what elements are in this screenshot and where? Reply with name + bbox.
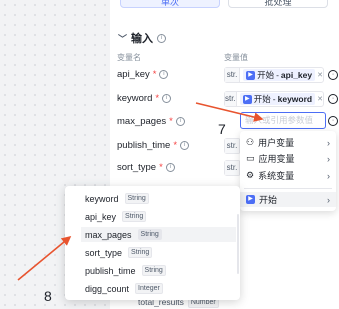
annotation-step-7: 7 (218, 121, 226, 137)
chevron-right-icon: › (327, 170, 330, 181)
variable-ref-icon[interactable]: · (328, 70, 338, 80)
info-icon[interactable]: i (162, 94, 172, 103)
start-variables-popup: keyword String api_key String max_pages … (65, 186, 240, 300)
folder-icon: ▭ (246, 153, 255, 163)
variable-source-menu: ⚇ 用户变量 › ▭ 应用变量 › ⚙ 系统变量 › ▶ 开始 › (240, 131, 336, 211)
variable-option-keyword[interactable]: keyword String (85, 191, 149, 206)
user-icon: ⚇ (246, 137, 255, 147)
chevron-right-icon: › (327, 137, 330, 148)
variable-option-digg-count[interactable]: digg_count Integer (85, 281, 163, 296)
type-selector[interactable]: str. (225, 161, 240, 175)
chevron-right-icon: › (327, 153, 330, 164)
variable-ref-tag[interactable]: ▶ 开始 - api_key (243, 69, 316, 81)
chevron-down-icon[interactable]: ﹀ (118, 32, 127, 45)
param-value-sort-type[interactable]: str. (224, 160, 241, 176)
start-node-icon: ▶ (246, 70, 256, 80)
param-value-max-pages-input[interactable]: 输入或引用参数值 (240, 112, 326, 129)
type-selector[interactable]: str. (225, 92, 237, 106)
menu-item-start[interactable]: ▶ 开始 › (240, 192, 336, 207)
param-label-sort-type: sort_type * i (117, 162, 175, 173)
menu-item-system-variables[interactable]: ⚙ 系统变量 › (240, 168, 336, 183)
variable-ref-icon[interactable]: · (328, 94, 338, 104)
info-icon[interactable]: i (175, 117, 185, 126)
type-selector[interactable]: str. (225, 139, 240, 153)
input-section-header[interactable]: ﹀ 输入 i (118, 30, 167, 46)
param-label-api-key: api_key * i (117, 69, 169, 80)
variable-option-publish-time[interactable]: publish_time String (85, 263, 166, 278)
popup-scrollbar[interactable] (237, 214, 239, 274)
gear-icon: ⚙ (246, 170, 255, 180)
param-label-publish-time: publish_time * i (117, 140, 190, 151)
variable-ref-tag[interactable]: ▶ 开始 - keyword (239, 93, 316, 105)
menu-item-user-variables[interactable]: ⚇ 用户变量 › (240, 135, 336, 150)
variable-option-api-key[interactable]: api_key String (85, 209, 147, 224)
tab-single[interactable]: 单次 (120, 0, 220, 8)
param-label-max-pages: max_pages * i (117, 116, 185, 127)
start-node-icon: ▶ (242, 94, 252, 104)
menu-item-app-variables[interactable]: ▭ 应用变量 › (240, 151, 336, 166)
variable-option-max-pages[interactable]: max_pages String (81, 227, 236, 242)
info-icon[interactable]: i (157, 33, 167, 43)
info-icon[interactable]: i (180, 141, 190, 150)
type-selector[interactable]: str. (225, 68, 241, 82)
param-value-keyword[interactable]: str. ▶ 开始 - keyword ✕ (224, 91, 324, 107)
close-icon[interactable]: ✕ (317, 95, 323, 103)
param-label-keyword: keyword * i (117, 93, 172, 104)
column-header-value: 变量值 (224, 53, 248, 62)
section-title: 输入 (131, 33, 154, 45)
column-header-name: 变量名 (117, 53, 141, 62)
menu-divider (244, 188, 332, 189)
info-icon[interactable]: i (159, 70, 169, 79)
tab-batch[interactable]: 批处理 (228, 0, 328, 8)
param-value-publish-time[interactable]: str. (224, 138, 241, 154)
annotation-step-8: 8 (44, 288, 52, 304)
chevron-right-icon: › (327, 194, 330, 205)
info-icon[interactable]: i (165, 163, 175, 172)
param-value-api-key[interactable]: str. ▶ 开始 - api_key ✕ (224, 67, 324, 83)
start-node-icon: ▶ (246, 195, 255, 204)
variable-ref-icon[interactable]: · (328, 116, 338, 126)
variable-option-sort-type[interactable]: sort_type String (85, 245, 153, 260)
close-icon[interactable]: ✕ (317, 71, 323, 79)
